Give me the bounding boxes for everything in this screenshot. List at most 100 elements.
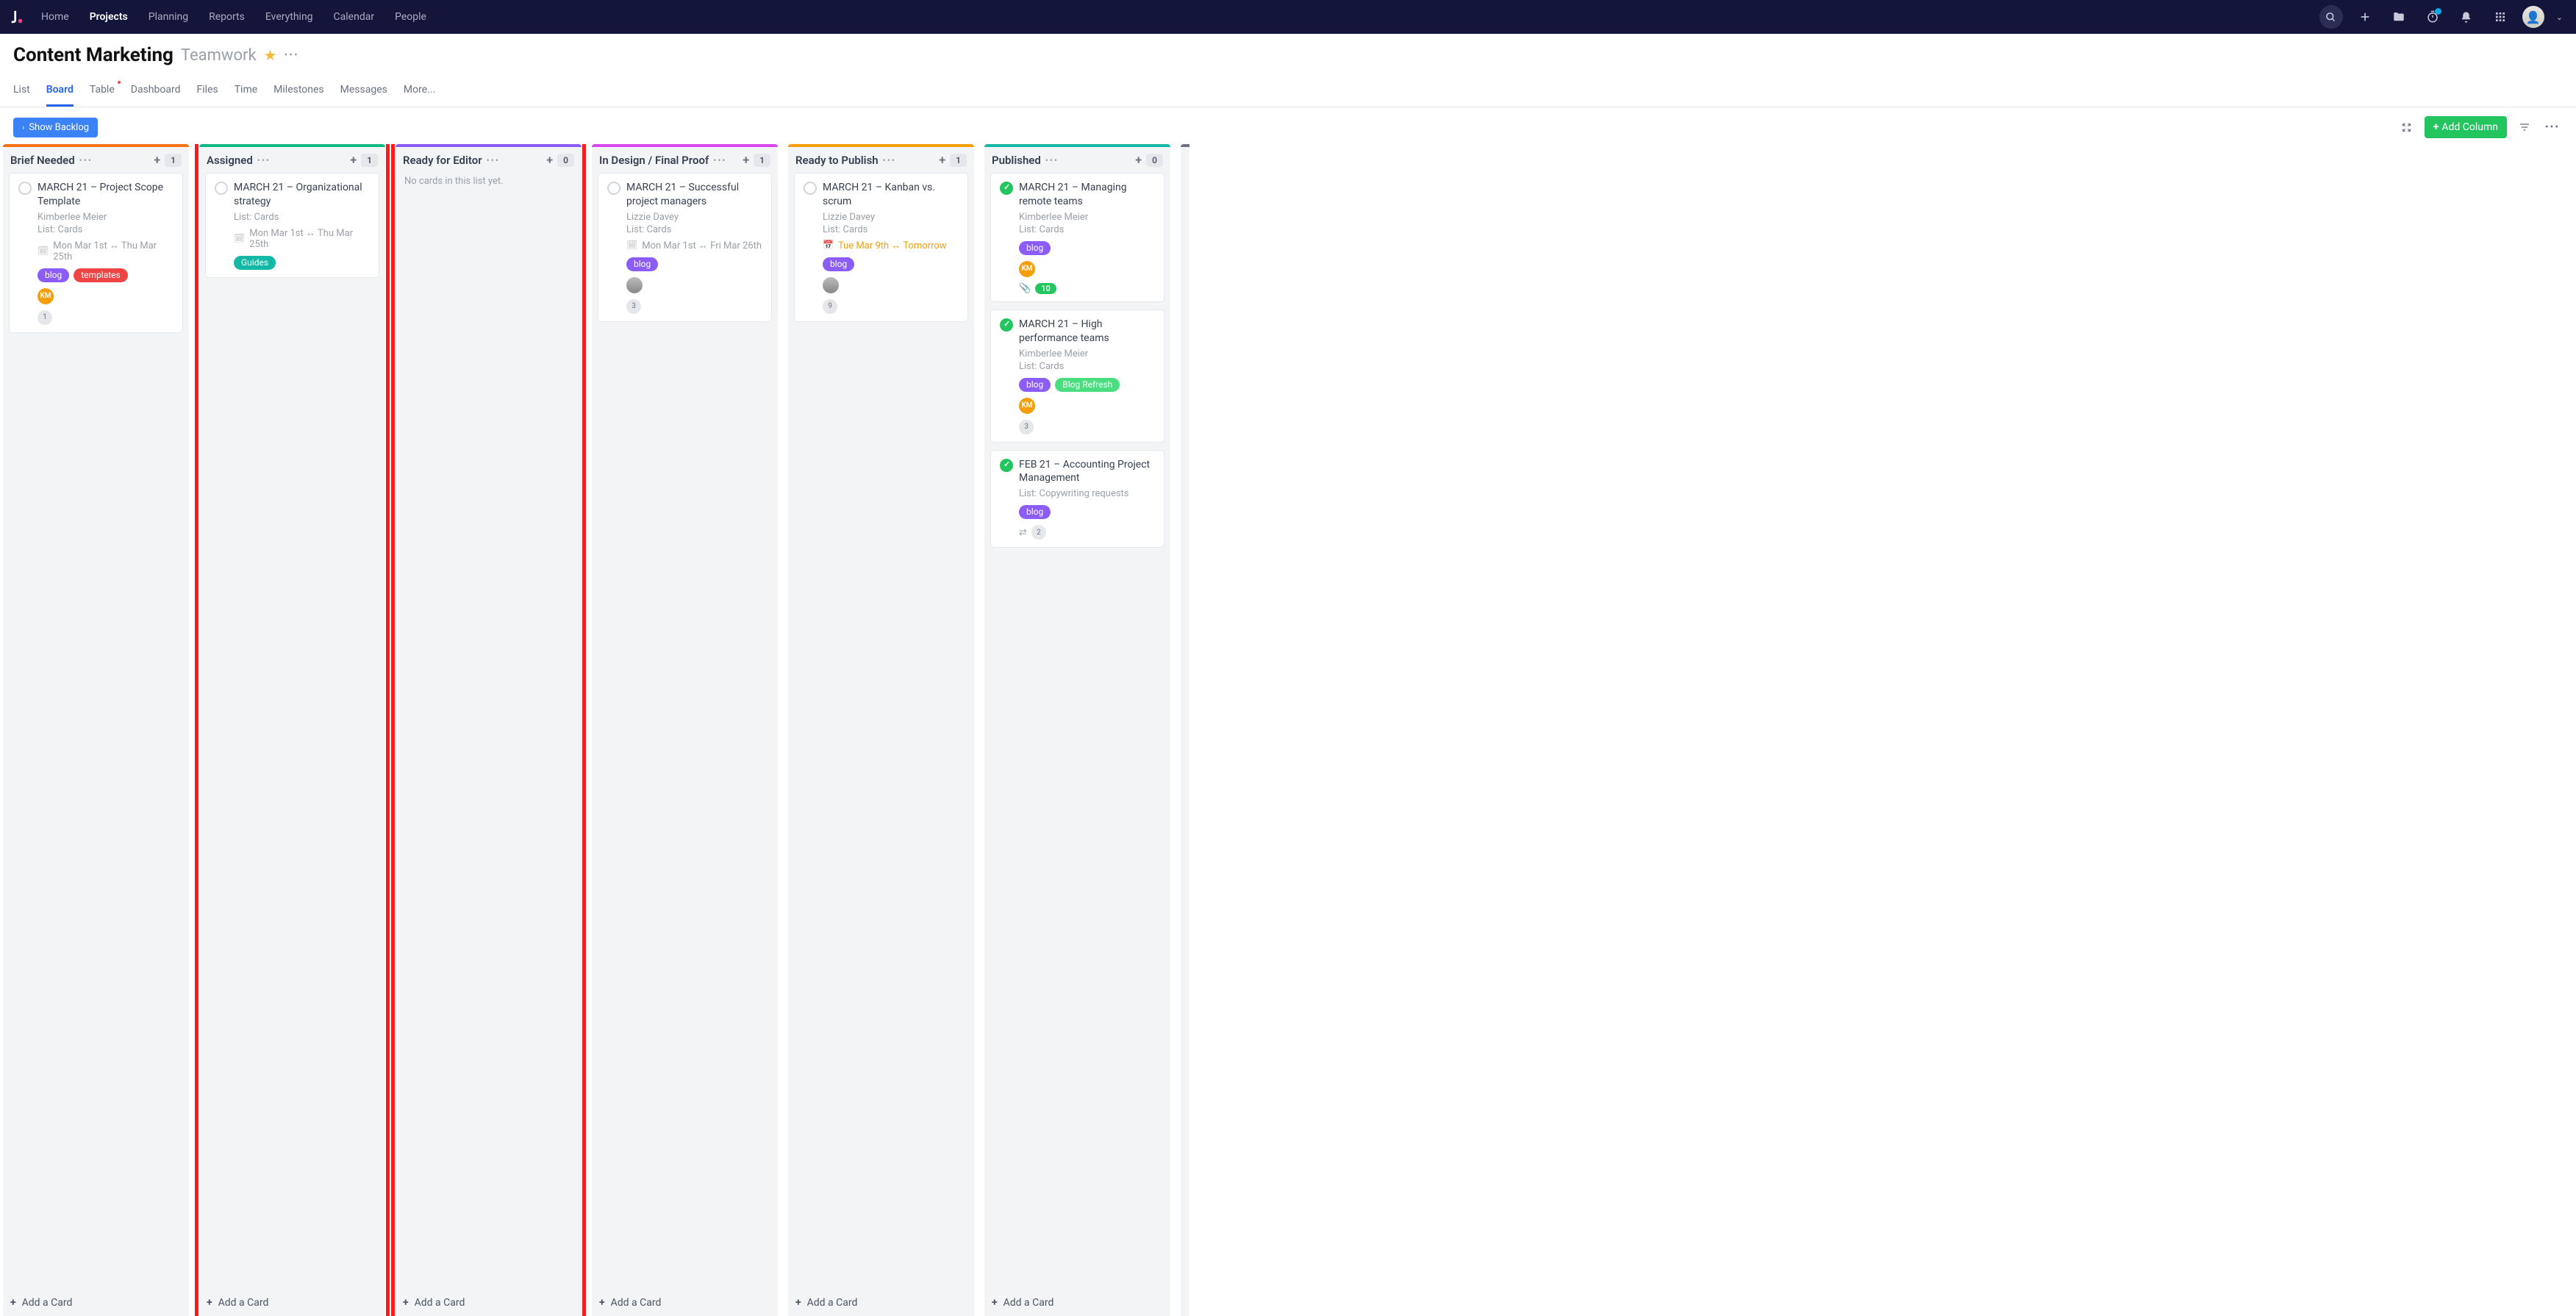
column-assigned: Assigned ••• + 1 MARCH 21 – Organization… [199,144,385,1316]
apps-icon[interactable] [2489,5,2512,29]
show-backlog-label: Show Backlog [29,122,89,133]
add-card-button[interactable]: + Add a Card [396,1290,582,1316]
tab-board[interactable]: Board [46,76,74,107]
tab-table[interactable]: Table [90,76,115,107]
tab-files[interactable]: Files [196,76,218,107]
tag-blog[interactable]: blog [1019,241,1051,255]
tab-more-[interactable]: More... [404,76,435,107]
column-add-icon[interactable]: + [546,153,553,167]
column-menu-icon[interactable]: ••• [713,155,726,165]
tab-time[interactable]: Time [235,76,257,107]
complete-checkbox[interactable] [1000,318,1013,332]
filter-icon[interactable] [2514,117,2535,137]
card-author: Kimberlee Meier [1019,348,1155,360]
column-add-icon[interactable]: + [743,153,749,167]
column-ready-for-editor: Ready for Editor ••• + 0No cards in this… [396,144,582,1316]
tab-list[interactable]: List [13,76,30,107]
tag-templates[interactable]: templates [74,268,127,282]
kanban-card[interactable]: MARCH 21 – High performance teams Kimber… [990,310,1164,443]
add-card-button[interactable]: + Add a Card [788,1290,974,1316]
calendar-icon [823,240,834,251]
kanban-card[interactable]: MARCH 21 – Successful project managers L… [598,173,772,322]
assignee-avatar[interactable]: KM [1019,261,1035,277]
app-logo[interactable] [9,9,25,25]
assignee-avatar[interactable] [626,277,643,293]
tag-blog[interactable]: blog [1019,378,1051,392]
tag-guides[interactable]: Guides [234,256,276,270]
add-card-button[interactable]: + Add a Card [984,1290,1170,1316]
kanban-card[interactable]: MARCH 21 – Kanban vs. scrum Lizzie Davey… [794,173,968,322]
complete-checkbox[interactable] [607,182,620,195]
tab-dashboard[interactable]: Dashboard [131,76,181,107]
card-title: MARCH 21 – Successful project managers [626,181,762,209]
user-avatar[interactable]: 👤 [2522,6,2544,28]
board-toolbar: › Show Backlog + Add Column ••• [0,107,2576,144]
card-dates: Mon Mar 1st ↔ Thu Mar 25th [37,240,173,262]
nav-link-everything[interactable]: Everything [257,5,322,29]
search-icon[interactable] [2319,5,2343,29]
comments-icon[interactable]: 9 [823,299,837,314]
complete-checkbox[interactable] [1000,182,1013,195]
add-card-button[interactable]: + Add a Card [592,1290,778,1316]
timer-icon[interactable] [2421,5,2444,29]
expand-icon[interactable] [2397,117,2417,137]
nav-link-reports[interactable]: Reports [200,5,254,29]
tag-blog[interactable]: blog [37,268,69,282]
column-add-icon[interactable]: + [1135,153,1142,167]
project-menu-icon[interactable]: ••• [285,49,299,61]
kanban-card[interactable]: MARCH 21 – Organizational strategy List:… [205,173,379,278]
project-header: Content Marketing Teamwork ★ ••• [0,34,2576,66]
plus-icon[interactable] [2353,5,2377,29]
column-add-icon[interactable]: + [154,153,160,167]
nav-link-people[interactable]: People [386,5,435,29]
tab-messages[interactable]: Messages [340,76,387,107]
comments-icon[interactable]: 3 [1019,420,1034,435]
column-menu-icon[interactable]: ••• [883,155,896,165]
assignee-avatar[interactable] [823,277,839,293]
column-add-icon[interactable]: + [350,153,357,167]
tag-blog refresh[interactable]: Blog Refresh [1055,378,1120,392]
complete-checkbox[interactable] [215,182,228,195]
show-backlog-button[interactable]: › Show Backlog [13,118,98,137]
nav-link-planning[interactable]: Planning [140,5,197,29]
card-list: List: Cards [37,224,173,235]
card-dates: Mon Mar 1st ↔ Fri Mar 26th [626,240,762,251]
nav-link-home[interactable]: Home [32,5,78,29]
project-team: Teamwork [181,46,257,65]
kanban-card[interactable]: FEB 21 – Accounting Project Management L… [990,450,1164,548]
add-column-button[interactable]: + Add Column [2425,116,2507,138]
tag-blog[interactable]: blog [823,257,854,271]
column-add-icon[interactable]: + [939,153,945,167]
assignee-avatar[interactable]: KM [1019,398,1035,414]
star-icon[interactable]: ★ [264,46,277,64]
add-card-button[interactable]: + Add a Card [3,1290,189,1316]
comments-icon[interactable]: 1 [37,310,52,325]
column-title: Ready for Editor [403,154,482,167]
attachment-icon[interactable]: 📎 [1019,283,1031,294]
card-title: MARCH 21 – Project Scope Template [37,181,173,209]
tab-milestones[interactable]: Milestones [273,76,324,107]
bell-icon[interactable] [2455,5,2478,29]
add-card-button[interactable]: + Add a Card [199,1290,385,1316]
comments-icon[interactable]: 2 [1031,525,1046,540]
assignee-avatar[interactable]: KM [37,288,54,304]
board-menu-icon[interactable]: ••• [2542,117,2563,137]
comments-icon[interactable]: 3 [626,299,641,314]
column-menu-icon[interactable]: ••• [487,155,500,165]
kanban-card[interactable]: MARCH 21 – Managing remote teams Kimberl… [990,173,1164,302]
nav-link-calendar[interactable]: Calendar [325,5,384,29]
tag-blog[interactable]: blog [1019,505,1051,519]
folder-icon[interactable] [2387,5,2411,29]
column-menu-icon[interactable]: ••• [1045,155,1059,165]
nav-link-projects[interactable]: Projects [81,5,137,29]
column-menu-icon[interactable]: ••• [79,155,93,165]
nav-links: HomeProjectsPlanningReportsEverythingCal… [32,5,435,29]
complete-checkbox[interactable] [804,182,817,195]
subtasks-icon[interactable]: ⇄ [1019,527,1027,538]
kanban-card[interactable]: MARCH 21 – Project Scope Template Kimber… [9,173,183,333]
chevron-down-icon[interactable]: ⌄ [2556,12,2563,22]
complete-checkbox[interactable] [18,182,32,195]
tag-blog[interactable]: blog [626,257,658,271]
column-menu-icon[interactable]: ••• [257,155,271,165]
complete-checkbox[interactable] [1000,459,1013,472]
